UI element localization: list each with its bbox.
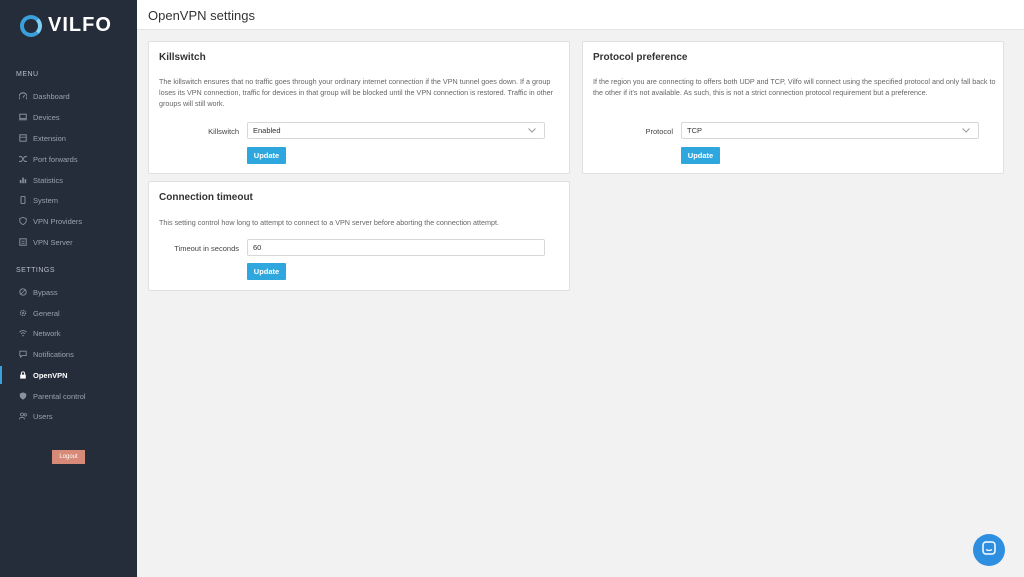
users-icon — [18, 411, 28, 421]
sidebar-item-extension[interactable]: Extension — [0, 129, 137, 147]
chat-icon — [982, 540, 996, 560]
sidebar-item-dashboard[interactable]: Dashboard — [0, 87, 137, 105]
shield-icon — [18, 391, 28, 401]
extension-icon — [18, 133, 28, 143]
killswitch-title: Killswitch — [159, 52, 206, 63]
sidebar-item-vpn-providers[interactable]: VPN Providers — [0, 212, 137, 230]
sidebar: VILFO MENU Dashboard Devices Extension P… — [0, 0, 137, 577]
logo-ring-icon — [20, 14, 42, 37]
lock-icon — [18, 370, 28, 380]
timeout-description: This setting control how long to attempt… — [159, 218, 499, 227]
sidebar-item-vpn-server[interactable]: VPN Server — [0, 233, 137, 251]
killswitch-description: The killswitch ensures that no traffic g… — [159, 77, 554, 108]
shuffle-icon — [18, 154, 28, 164]
chevron-down-icon — [961, 126, 970, 135]
sidebar-item-label: VPN Providers — [33, 216, 83, 226]
sidebar-item-notifications[interactable]: Notifications — [0, 345, 137, 363]
protocol-value: TCP — [687, 126, 702, 135]
protocol-label: Protocol — [645, 127, 673, 136]
sidebar-item-openvpn[interactable]: OpenVPN — [0, 366, 137, 384]
sidebar-item-port-forwards[interactable]: Port forwards — [0, 150, 137, 168]
sidebar-item-label: Port forwards — [33, 154, 78, 164]
sidebar-item-label: Network — [33, 328, 61, 338]
bypass-icon — [18, 287, 28, 297]
timeout-input[interactable] — [247, 239, 545, 256]
chevron-down-icon — [527, 126, 536, 135]
server-icon — [18, 237, 28, 247]
chat-bubble-icon — [18, 349, 28, 359]
sidebar-item-statistics[interactable]: Statistics — [0, 171, 137, 189]
protocol-select[interactable]: TCP — [681, 122, 979, 139]
dashboard-icon — [18, 91, 28, 101]
sidebar-item-parental-control[interactable]: Parental control — [0, 387, 137, 405]
wifi-icon — [18, 328, 28, 338]
sidebar-item-users[interactable]: Users — [0, 407, 137, 425]
sidebar-item-general[interactable]: General — [0, 304, 137, 322]
sidebar-item-label: General — [33, 308, 60, 318]
logout-button[interactable]: Logout — [52, 450, 85, 464]
sidebar-item-label: Notifications — [33, 349, 74, 359]
killswitch-label: Killswitch — [208, 127, 239, 136]
sidebar-item-label: Users — [33, 411, 53, 421]
sidebar-item-label: VPN Server — [33, 237, 73, 247]
menu-section-title: MENU — [16, 71, 39, 78]
timeout-label: Timeout in seconds — [174, 244, 239, 253]
sidebar-item-devices[interactable]: Devices — [0, 108, 137, 126]
sidebar-item-network[interactable]: Network — [0, 324, 137, 342]
settings-section-title: SETTINGS — [16, 267, 56, 274]
vpn-providers-icon — [18, 216, 28, 226]
killswitch-select[interactable]: Enabled — [247, 122, 545, 139]
sidebar-item-system[interactable]: System — [0, 191, 137, 209]
sidebar-item-label: Statistics — [33, 175, 64, 185]
brand-name: VILFO — [48, 14, 112, 36]
sidebar-item-label: Extension — [33, 133, 66, 143]
protocol-update-button[interactable]: Update — [681, 147, 720, 164]
sidebar-item-bypass[interactable]: Bypass — [0, 283, 137, 301]
killswitch-value: Enabled — [253, 126, 281, 135]
logo[interactable]: VILFO — [20, 14, 112, 37]
timeout-card: Connection timeout This setting control … — [148, 181, 570, 291]
statistics-icon — [18, 175, 28, 185]
sidebar-item-label: Parental control — [33, 391, 86, 401]
protocol-description: If the region you are connecting to offe… — [593, 77, 996, 97]
sidebar-item-label: OpenVPN — [33, 370, 68, 380]
devices-icon — [18, 112, 28, 122]
sidebar-item-label: Devices — [33, 112, 60, 122]
header: OpenVPN settings — [137, 0, 1024, 30]
protocol-title: Protocol preference — [593, 52, 688, 63]
killswitch-update-button[interactable]: Update — [247, 147, 286, 164]
killswitch-card: Killswitch The killswitch ensures that n… — [148, 41, 570, 174]
timeout-update-button[interactable]: Update — [247, 263, 286, 280]
gear-icon — [18, 308, 28, 318]
chat-widget-button[interactable] — [973, 534, 1005, 566]
sidebar-item-label: Bypass — [33, 287, 58, 297]
protocol-card: Protocol preference If the region you ar… — [582, 41, 1004, 174]
sidebar-item-label: System — [33, 195, 59, 205]
timeout-title: Connection timeout — [159, 192, 253, 203]
system-icon — [18, 195, 28, 205]
sidebar-item-label: Dashboard — [33, 91, 70, 101]
page-title: OpenVPN settings — [148, 8, 255, 23]
